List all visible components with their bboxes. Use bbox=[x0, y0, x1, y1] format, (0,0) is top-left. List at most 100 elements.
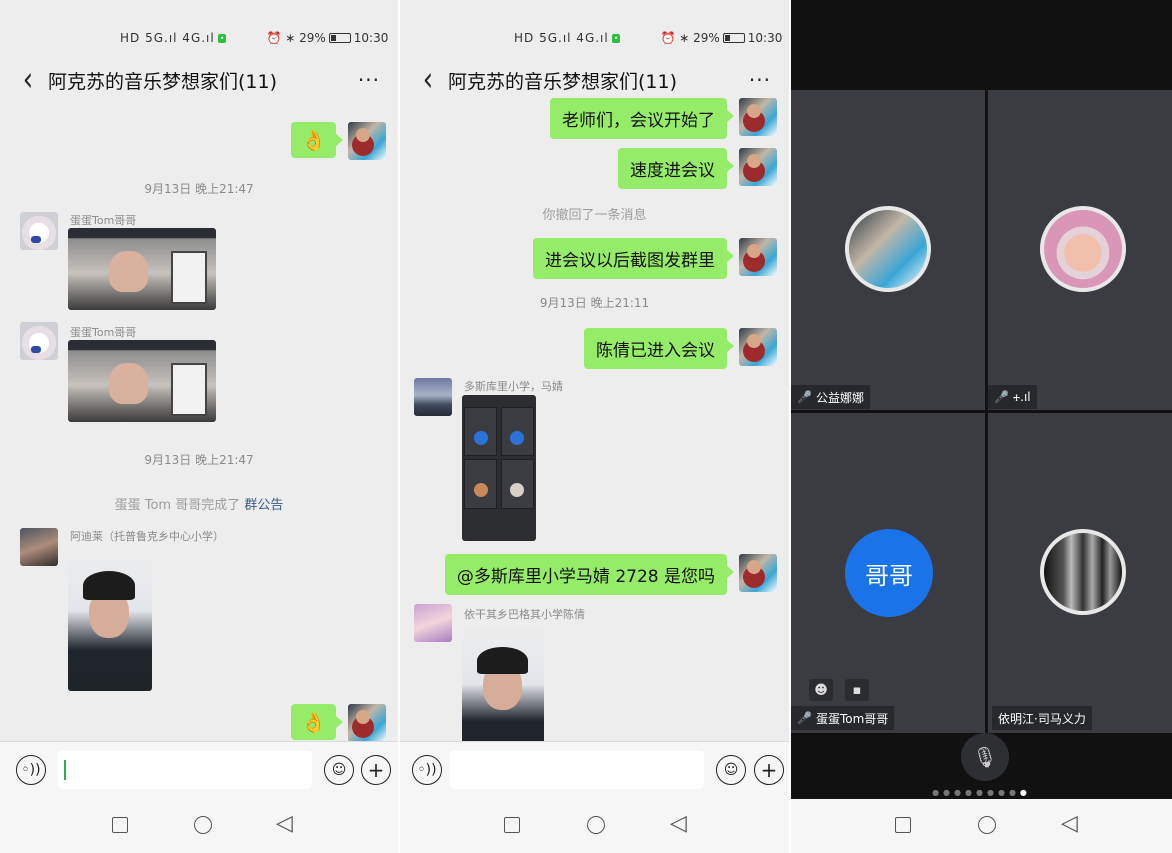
sender-name: 蛋蛋Tom哥哥 bbox=[70, 214, 137, 227]
sender-avatar[interactable] bbox=[414, 378, 452, 416]
more-options-icon[interactable]: ··· bbox=[358, 68, 380, 92]
back-nav-icon[interactable]: ◁ bbox=[670, 813, 687, 835]
sender-avatar[interactable] bbox=[20, 212, 58, 250]
signal-indicator: HD 5G.ıl 4G.ıl bbox=[514, 31, 609, 45]
mic-muted-icon: 🎤 bbox=[797, 390, 812, 404]
back-icon[interactable]: ‹ bbox=[14, 63, 42, 97]
home-icon[interactable] bbox=[587, 816, 605, 834]
chat-icon[interactable]: ▪ bbox=[845, 679, 869, 701]
sender-name: 多斯库里小学，马婧 bbox=[464, 380, 563, 393]
sender-avatar[interactable] bbox=[20, 528, 58, 566]
back-icon[interactable]: ‹ bbox=[414, 63, 442, 97]
system-nav-bar: ◁ bbox=[0, 799, 398, 853]
participant-tile[interactable]: 🎤 公益娜娜 bbox=[791, 90, 985, 410]
image-message[interactable] bbox=[462, 395, 536, 541]
participant-name-tag: 🎤 蛋蛋Tom哥哥 bbox=[791, 706, 895, 730]
message-text: 速度进会议 bbox=[630, 161, 715, 181]
participant-tile[interactable]: 哥哥 ☻ ▪ 🎤 蛋蛋Tom哥哥 bbox=[791, 413, 985, 733]
clock: 10:30 bbox=[353, 31, 389, 45]
reaction-icon[interactable]: ☻ bbox=[809, 679, 833, 701]
screenshot-avatar bbox=[474, 483, 488, 497]
system-nav-bar: ◁ bbox=[791, 799, 1172, 853]
image-message[interactable] bbox=[68, 340, 216, 422]
message-bubble[interactable]: 陈倩已进入会议 bbox=[584, 328, 734, 369]
ok-hand-emoji: 👌 bbox=[301, 128, 326, 152]
my-avatar[interactable] bbox=[739, 328, 777, 366]
signal-indicator: HD 5G.ıl 4G.ıl bbox=[120, 31, 215, 45]
back-nav-icon[interactable]: ◁ bbox=[1061, 813, 1078, 835]
screenshot-avatar bbox=[474, 431, 488, 445]
message-text: 老师们，会议开始了 bbox=[562, 111, 715, 131]
group-notice-link[interactable]: 群公告 bbox=[244, 498, 283, 513]
message-bubble[interactable]: @多斯库里小学马婧 2728 是您吗 bbox=[444, 554, 735, 595]
participant-name: 🕂.ıl bbox=[1012, 389, 1031, 404]
voice-icon[interactable]: ◦)) bbox=[412, 755, 442, 785]
message-bubble[interactable]: 👌 bbox=[291, 704, 343, 740]
plus-icon[interactable]: + bbox=[754, 755, 784, 785]
clock: 10:30 bbox=[747, 31, 783, 45]
home-icon[interactable] bbox=[194, 816, 212, 834]
battery-icon bbox=[722, 33, 745, 43]
recent-apps-icon[interactable] bbox=[504, 817, 520, 833]
chat-title: 阿克苏的音乐梦想家们(11) bbox=[448, 70, 678, 93]
image-message[interactable] bbox=[68, 545, 152, 691]
meeting-panel: 🎤 公益娜娜 🎤 🕂.ıl 哥哥 ☻ ▪ 🎤 蛋蛋Tom哥哥 依明江·司马义力 🎙 ●… bbox=[791, 0, 1172, 853]
input-bar: ◦)) ☺ + bbox=[0, 741, 398, 799]
sender-name: 蛋蛋Tom哥哥 bbox=[70, 326, 137, 339]
participant-avatar: 哥哥 bbox=[845, 529, 933, 617]
participant-name-tag: 依明江·司马义力 bbox=[992, 706, 1092, 730]
status-bar: HD 5G.ıl 4G.ıl • ⏰ ∗ 29% 10:30 bbox=[120, 28, 388, 48]
sender-avatar[interactable] bbox=[414, 604, 452, 642]
my-avatar[interactable] bbox=[739, 98, 777, 136]
message-bubble[interactable]: 进会议以后截图发群里 bbox=[533, 238, 734, 279]
participant-avatar bbox=[1040, 529, 1126, 615]
sender-avatar[interactable] bbox=[20, 322, 58, 360]
my-avatar[interactable] bbox=[739, 554, 777, 592]
chat-panel-1: HD 5G.ıl 4G.ıl • ⏰ ∗ 29% 10:30 ‹ 阿克苏的音乐梦… bbox=[0, 0, 398, 853]
participant-name-tag: 🎤 🕂.ıl bbox=[988, 385, 1037, 409]
chat-header: ‹ 阿克苏的音乐梦想家们(11) ··· bbox=[400, 62, 789, 98]
back-nav-icon[interactable]: ◁ bbox=[276, 813, 293, 835]
chat-panel-2: HD 5G.ıl 4G.ıl • ⏰ ∗ 29% 10:30 ‹ 阿克苏的音乐梦… bbox=[400, 0, 789, 853]
participant-avatar bbox=[1040, 206, 1126, 292]
message-text: 进会议以后截图发群里 bbox=[545, 251, 715, 271]
home-icon[interactable] bbox=[978, 816, 996, 834]
message-text: 陈倩已进入会议 bbox=[596, 341, 715, 361]
input-bar: ◦)) ☺ + bbox=[400, 741, 789, 799]
my-avatar[interactable] bbox=[739, 148, 777, 186]
recent-apps-icon[interactable] bbox=[895, 817, 911, 833]
participant-tile[interactable]: 依明江·司马义力 bbox=[988, 413, 1172, 733]
avatar-initials: 哥哥 bbox=[865, 561, 913, 590]
plus-icon[interactable]: + bbox=[361, 755, 391, 785]
mute-microphone-button[interactable]: 🎙 bbox=[961, 733, 1009, 781]
recent-apps-icon[interactable] bbox=[112, 817, 128, 833]
recall-notice: 你撤回了一条消息 bbox=[542, 208, 647, 223]
my-avatar[interactable] bbox=[348, 122, 386, 160]
my-avatar[interactable] bbox=[348, 704, 386, 742]
participant-name: 依明江·司马义力 bbox=[998, 711, 1086, 726]
voice-icon[interactable]: ◦)) bbox=[16, 755, 46, 785]
image-message[interactable] bbox=[462, 622, 544, 760]
emoji-icon[interactable]: ☺ bbox=[716, 755, 746, 785]
participant-tile[interactable]: 🎤 🕂.ıl bbox=[988, 90, 1172, 410]
image-message[interactable] bbox=[68, 228, 216, 310]
mic-muted-icon: 🎤 bbox=[994, 390, 1009, 404]
chat-title: 阿克苏的音乐梦想家们(11) bbox=[48, 70, 278, 93]
status-icons: ⏰ ∗ 29% bbox=[660, 31, 720, 45]
message-input[interactable] bbox=[450, 751, 704, 789]
screenshot-avatar bbox=[510, 431, 524, 445]
message-bubble[interactable]: 速度进会议 bbox=[618, 148, 734, 189]
message-bubble[interactable]: 老师们，会议开始了 bbox=[550, 98, 734, 139]
more-options-icon[interactable]: ··· bbox=[749, 68, 771, 92]
status-icons: ⏰ ∗ 29% bbox=[266, 31, 326, 45]
group-notice-message: 蛋蛋 Tom 哥哥完成了 群公告 bbox=[0, 494, 398, 513]
message-input[interactable] bbox=[58, 751, 312, 789]
my-avatar[interactable] bbox=[739, 238, 777, 276]
participant-name-tag: 🎤 公益娜娜 bbox=[791, 385, 870, 409]
text-caret bbox=[64, 760, 66, 780]
message-bubble[interactable]: 👌 bbox=[291, 122, 343, 158]
page-indicator[interactable]: ●●●●●●●●● bbox=[791, 788, 1172, 797]
status-bar: HD 5G.ıl 4G.ıl • ⏰ ∗ 29% 10:30 bbox=[514, 28, 782, 48]
emoji-icon[interactable]: ☺ bbox=[324, 755, 354, 785]
ok-hand-emoji: 👌 bbox=[301, 710, 326, 734]
